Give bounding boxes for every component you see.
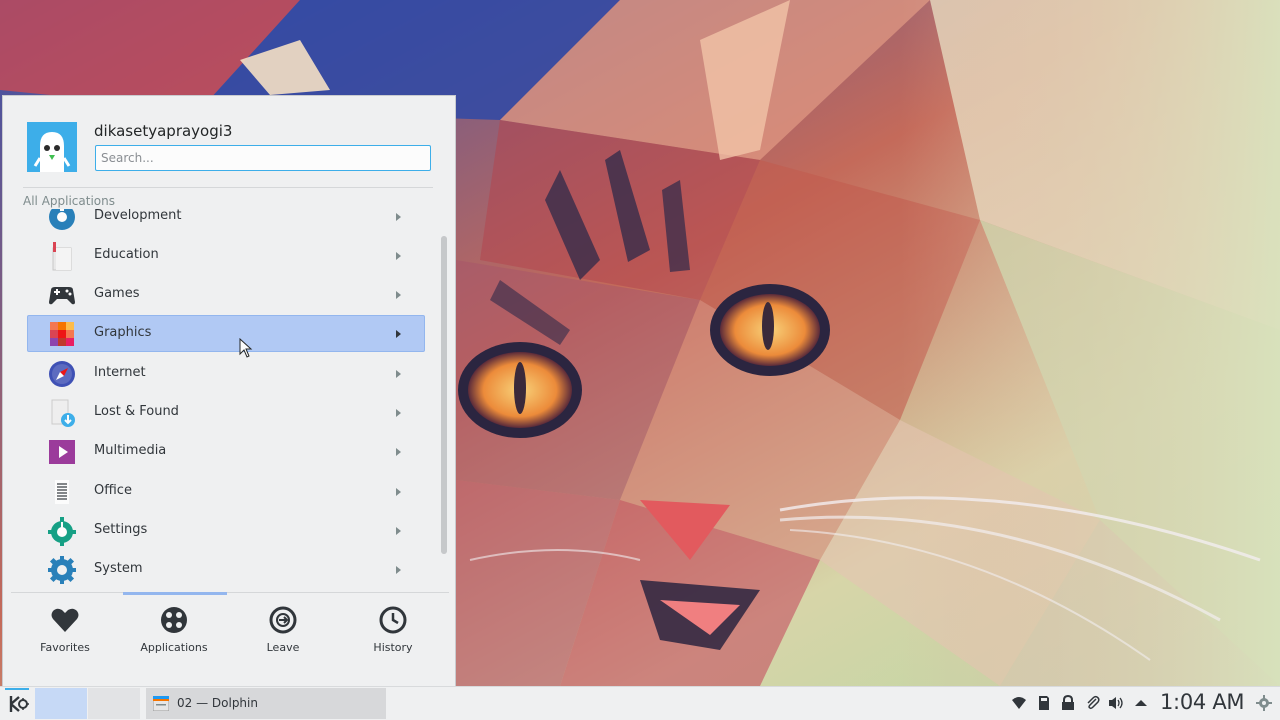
mouse-cursor-icon xyxy=(239,338,253,358)
category-label: Multimedia xyxy=(94,443,167,458)
multimedia-icon xyxy=(47,437,77,467)
lost-found-icon xyxy=(47,398,77,428)
expand-tray-icon[interactable] xyxy=(1133,695,1149,711)
category-label: Office xyxy=(94,483,132,498)
tab-label: Applications xyxy=(140,641,208,654)
chevron-right-icon xyxy=(396,488,401,496)
category-label: Internet xyxy=(94,365,146,380)
category-settings[interactable]: Settings xyxy=(27,512,425,549)
category-development[interactable]: Development xyxy=(27,209,425,235)
chevron-right-icon xyxy=(396,409,401,417)
category-system[interactable]: System xyxy=(27,551,425,588)
category-list: Development Education Games Graphics Int… xyxy=(3,209,443,591)
chevron-right-icon xyxy=(396,213,401,221)
heart-icon xyxy=(51,608,79,632)
tab-label: History xyxy=(373,641,413,654)
category-education[interactable]: Education xyxy=(27,237,425,274)
lock-icon[interactable] xyxy=(1060,695,1076,711)
launcher-header: dikasetyaprayogi3 All Applications xyxy=(3,96,455,208)
category-label: System xyxy=(94,561,143,576)
settings-icon xyxy=(47,516,77,546)
chevron-right-icon xyxy=(396,370,401,378)
chevron-right-icon xyxy=(396,330,401,338)
tab-favorites[interactable]: Favorites xyxy=(15,605,115,675)
task-dolphin[interactable]: 02 — Dolphin xyxy=(146,688,386,719)
header-divider xyxy=(23,187,433,188)
application-launcher: dikasetyaprayogi3 All Applications Devel… xyxy=(2,95,456,686)
application-launcher-button[interactable] xyxy=(3,688,31,718)
dolphin-icon xyxy=(153,696,169,711)
username-label: dikasetyaprayogi3 xyxy=(94,122,233,140)
development-icon xyxy=(47,209,77,232)
leave-icon xyxy=(269,606,297,634)
footer-divider xyxy=(11,592,449,593)
education-icon xyxy=(47,241,77,271)
category-graphics[interactable]: Graphics xyxy=(27,315,425,352)
category-games[interactable]: Games xyxy=(27,276,425,313)
section-label: All Applications xyxy=(23,194,115,208)
sd-card-icon[interactable] xyxy=(1036,695,1052,711)
kde-logo-icon xyxy=(9,696,29,712)
task-label: 02 — Dolphin xyxy=(177,696,258,710)
category-label: Settings xyxy=(94,522,148,537)
chevron-right-icon xyxy=(396,252,401,260)
category-office[interactable]: Office xyxy=(27,473,425,510)
applications-icon xyxy=(161,607,187,633)
virtual-desktop-1[interactable] xyxy=(35,688,87,719)
paperclip-icon[interactable] xyxy=(1085,695,1101,711)
launcher-active-indicator xyxy=(5,688,29,690)
user-avatar-icon xyxy=(27,122,77,172)
category-label: Lost & Found xyxy=(94,404,179,419)
active-tab-indicator xyxy=(123,592,227,595)
office-icon xyxy=(47,477,77,507)
tab-label: Favorites xyxy=(40,641,90,654)
search-input[interactable] xyxy=(95,145,431,171)
category-label: Education xyxy=(94,247,159,262)
chevron-right-icon xyxy=(396,527,401,535)
scrollbar-handle[interactable] xyxy=(441,236,447,554)
system-icon xyxy=(47,555,77,585)
category-multimedia[interactable]: Multimedia xyxy=(27,433,425,470)
category-lost-found[interactable]: Lost & Found xyxy=(27,394,425,431)
graphics-icon xyxy=(47,319,77,349)
scrollbar-track[interactable] xyxy=(441,236,447,554)
tab-applications[interactable]: Applications xyxy=(124,605,224,675)
category-label: Graphics xyxy=(94,325,152,340)
clock-icon xyxy=(379,606,407,634)
internet-icon xyxy=(47,359,77,389)
settings-gear-icon[interactable] xyxy=(1256,695,1272,711)
tab-leave[interactable]: Leave xyxy=(233,605,333,675)
category-label: Development xyxy=(94,209,182,223)
taskbar-panel: 02 — Dolphin 1:04 AM xyxy=(0,686,1280,720)
avatar[interactable] xyxy=(27,122,77,172)
virtual-desktop-2[interactable] xyxy=(88,688,140,719)
category-internet[interactable]: Internet xyxy=(27,355,425,392)
volume-icon[interactable] xyxy=(1108,695,1124,711)
tab-history[interactable]: History xyxy=(343,605,443,675)
chevron-right-icon xyxy=(396,566,401,574)
category-label: Games xyxy=(94,286,140,301)
wifi-icon[interactable] xyxy=(1011,695,1027,711)
tab-label: Leave xyxy=(266,641,300,654)
chevron-right-icon xyxy=(396,448,401,456)
chevron-right-icon xyxy=(396,291,401,299)
digital-clock[interactable]: 1:04 AM xyxy=(1160,690,1245,714)
games-icon xyxy=(47,280,77,310)
